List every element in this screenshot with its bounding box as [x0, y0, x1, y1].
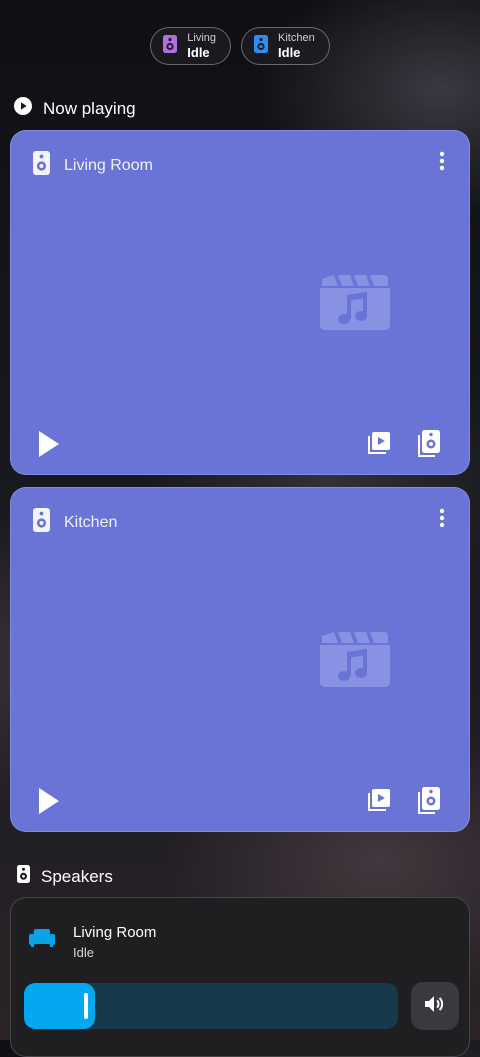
- play-circle-icon: [14, 97, 32, 120]
- media-chips: Living Idle Kitchen Idle: [0, 27, 480, 65]
- browse-media-button[interactable]: [367, 788, 391, 817]
- chip-text: Living Idle: [187, 32, 217, 60]
- select-speaker-button[interactable]: [417, 429, 441, 462]
- sofa-icon: [29, 928, 55, 953]
- volume-button[interactable]: [411, 982, 459, 1030]
- speaker-name: Living Room: [73, 924, 157, 941]
- speaker-state: Idle: [73, 945, 94, 960]
- browse-media-button[interactable]: [367, 431, 391, 460]
- speaker-card-living-room[interactable]: Living Room Idle: [10, 897, 470, 1057]
- speaker-icon: [17, 865, 30, 888]
- media-card-kitchen[interactable]: Kitchen: [10, 487, 470, 832]
- media-card-living-room[interactable]: Living Room: [10, 130, 470, 475]
- music-video-icon: [320, 273, 390, 336]
- speaker-icon: [254, 34, 269, 58]
- chip-name: Kitchen: [278, 32, 315, 44]
- now-playing-heading: Now playing: [14, 97, 136, 120]
- play-button[interactable]: [39, 788, 59, 819]
- more-vert-icon[interactable]: [439, 508, 445, 533]
- volume-slider[interactable]: [24, 983, 398, 1029]
- card-room-name: Kitchen: [64, 513, 118, 531]
- chip-text: Kitchen Idle: [278, 32, 315, 60]
- music-video-icon: [320, 630, 390, 693]
- speaker-icon: [33, 151, 50, 180]
- volume-slider-handle[interactable]: [84, 993, 88, 1019]
- chip-living[interactable]: Living Idle: [150, 27, 232, 65]
- now-playing-title: Now playing: [43, 98, 136, 118]
- volume-icon: [425, 995, 445, 1018]
- select-speaker-button[interactable]: [417, 786, 441, 819]
- speaker-icon: [163, 34, 178, 58]
- speakers-title: Speakers: [41, 866, 113, 886]
- play-button[interactable]: [39, 431, 59, 462]
- chip-kitchen[interactable]: Kitchen Idle: [241, 27, 330, 65]
- chip-state: Idle: [187, 45, 210, 60]
- card-room-name: Living Room: [64, 156, 153, 174]
- card-header: Kitchen: [33, 508, 117, 537]
- chip-name: Living: [187, 32, 217, 44]
- speakers-heading: Speakers: [17, 865, 113, 888]
- speaker-icon: [33, 508, 50, 537]
- more-vert-icon[interactable]: [439, 151, 445, 176]
- chip-state: Idle: [278, 45, 301, 60]
- card-header: Living Room: [33, 151, 153, 180]
